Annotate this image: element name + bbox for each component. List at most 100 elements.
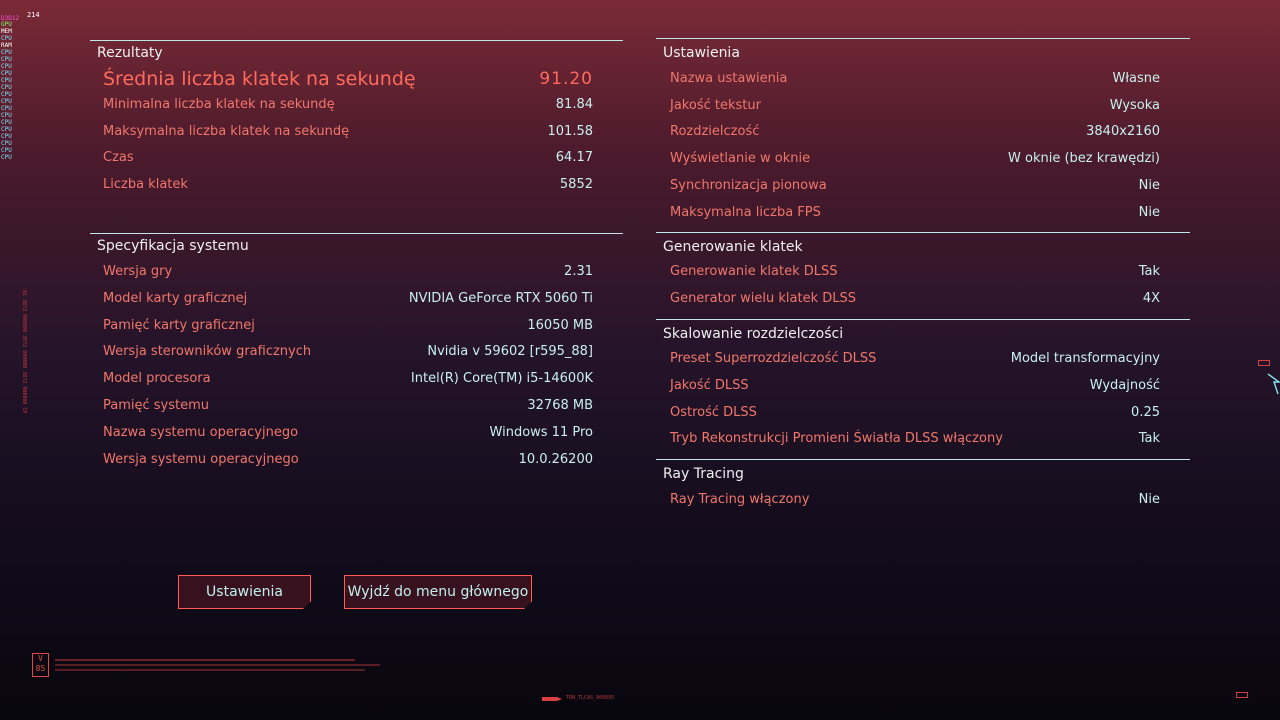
- overlay-line: CPU: [1, 112, 12, 119]
- frame-gen-value: Tak: [1138, 264, 1160, 279]
- setting-row: Maksymalna liczba FPS Nie: [670, 200, 1160, 226]
- setting-value: Nie: [1138, 204, 1160, 220]
- system-spec-row: Pamięć karty graficznej 16050 MB: [103, 313, 593, 339]
- version-badge: V 85: [32, 653, 49, 677]
- result-row: Maksymalna liczba klatek na sekundę 101.5…: [103, 119, 593, 145]
- system-header: Specyfikacja systemu: [90, 233, 623, 257]
- setting-label: Synchronizacja pionowa: [670, 177, 827, 193]
- overlay-line: CPU: [1, 133, 12, 140]
- overlay-title: D3D12: [1, 15, 20, 22]
- system-spec-value: Nvidia v 59602 [r595_88]: [427, 344, 593, 360]
- system-spec-row: Nazwa systemu operacyjnego Windows 11 Pro: [103, 420, 593, 446]
- system-spec-row: Model procesora Intel(R) Core(TM) i5-1460…: [103, 366, 593, 392]
- overlay-line: CPU: [1, 70, 12, 77]
- settings-header: Ustawienia: [656, 38, 1190, 68]
- system-spec-value: 10.0.26200: [518, 451, 593, 467]
- system-spec-row: Wersja sterowników graficznych Nvidia v 5…: [103, 339, 593, 365]
- exit-to-main-menu-button[interactable]: Wyjdź do menu głównego: [344, 575, 532, 609]
- scaling-label: Preset Superrozdzielczość DLSS: [670, 351, 877, 366]
- system-spec-label: Pamięć systemu: [103, 398, 210, 413]
- frame-gen-row: Generator wielu klatek DLSS 4X: [670, 286, 1160, 312]
- result-value: 101.58: [547, 123, 594, 139]
- system-spec-row: Wersja systemu operacyjnego 10.0.26200: [103, 447, 593, 473]
- overlay-line: CPU: [1, 140, 12, 147]
- overlay-fps-value: 214: [27, 11, 40, 19]
- scaling-label: Tryb Rekonstrukcji Promieni Światła DLSS…: [670, 431, 1003, 447]
- system-spec-label: Nazwa systemu operacyjnego: [103, 424, 299, 440]
- trn-code-arrow-icon: [542, 697, 562, 701]
- system-spec-value: 2.31: [564, 264, 593, 279]
- overlay-line: CPU: [1, 91, 12, 98]
- scaling-row: Jakość DLSS Wydajność: [670, 373, 1160, 399]
- settings-button[interactable]: Ustawienia: [178, 575, 311, 609]
- overlay-line: RAM: [1, 42, 12, 49]
- overlay-line: CPU: [1, 56, 12, 63]
- scaling-row: Tryb Rekonstrukcji Promieni Światła DLSS…: [670, 426, 1160, 452]
- scaling-header: Skalowanie rozdzielczości: [656, 319, 1190, 347]
- result-row: Minimalna liczba klatek na sekundę 81.84: [103, 92, 593, 118]
- result-label: Liczba klatek: [103, 177, 188, 193]
- setting-row: Rozdzielczość 3840x2160: [670, 119, 1160, 145]
- scaling-value: 0.25: [1131, 404, 1160, 420]
- side-decor-text: 01 3872 000000 3872 000000 3872 000000 C…: [21, 290, 27, 414]
- setting-value: Własne: [1112, 71, 1160, 86]
- result-value: 64.17: [555, 150, 593, 166]
- overlay-line: CPU: [1, 98, 12, 105]
- scaling-label: Jakość DLSS: [670, 377, 749, 393]
- system-spec-label: Pamięć karty graficznej: [103, 317, 255, 333]
- raytracing-row: Ray Tracing włączony Nie: [670, 487, 1160, 513]
- overlay-line: CPU: [1, 147, 12, 154]
- system-spec-row: Model karty graficznej NVIDIA GeForce RTX…: [103, 286, 593, 312]
- result-row: Czas 64.17: [103, 145, 593, 171]
- setting-value: 3840x2160: [1086, 124, 1160, 140]
- cursor-tag-icon: [1258, 360, 1270, 366]
- overlay-line: CPU: [1, 105, 12, 112]
- overlay-line: MEM: [1, 28, 12, 35]
- system-spec-value: NVIDIA GeForce RTX 5060 Ti: [408, 290, 593, 306]
- result-row: Liczba klatek 5852: [103, 172, 593, 198]
- performance-overlay: D3D12 214 GPU MEM CPU RAM CPU CPU CPU CPU CPU CPU…: [1, 1, 111, 162]
- result-label: Maksymalna liczba klatek na sekundę: [103, 123, 350, 139]
- raytracing-value: Nie: [1138, 492, 1160, 507]
- result-label: Czas: [103, 150, 134, 166]
- overlay-line: CPU: [1, 84, 12, 91]
- system-spec-label: Wersja gry: [103, 264, 173, 279]
- badge-top: V: [38, 654, 43, 663]
- scaling-row: Preset Superrozdzielczość DLSS Model tran…: [670, 346, 1160, 372]
- overlay-line: CPU: [1, 63, 12, 70]
- setting-label: Maksymalna liczba FPS: [670, 204, 821, 220]
- scaling-label: Ostrość DLSS: [670, 404, 757, 420]
- overlay-line: CPU: [1, 126, 12, 133]
- overlay-stat-lines: GPU MEM CPU RAM CPU CPU CPU CPU CPU CPU CPU CPU CPU C…: [1, 21, 12, 161]
- system-spec-row: Pamięć systemu 32768 MB: [103, 393, 593, 419]
- frame-gen-header: Generowanie klatek: [656, 232, 1190, 260]
- scaling-value: Tak: [1138, 431, 1160, 447]
- overlay-line: CPU: [1, 35, 12, 42]
- setting-label: Wyświetlanie w oknie: [670, 151, 811, 167]
- results-header: Rezultaty: [90, 40, 623, 64]
- system-spec-label: Model procesora: [103, 371, 211, 387]
- cursor-arrow-icon: [1266, 372, 1280, 396]
- setting-value: Wysoka: [1109, 97, 1160, 113]
- badge-bottom: 85: [35, 664, 46, 673]
- result-value: 81.84: [555, 97, 593, 112]
- overlay-line: GPU: [1, 21, 12, 28]
- system-spec-value: Windows 11 Pro: [489, 424, 593, 440]
- overlay-line: CPU: [1, 119, 12, 126]
- system-spec-label: Wersja systemu operacyjnego: [103, 451, 299, 467]
- frame-gen-value: 4X: [1142, 290, 1160, 306]
- setting-label: Rozdzielczość: [670, 124, 760, 140]
- avg-fps-label: Średnia liczba klatek na sekundę: [103, 68, 416, 90]
- corner-mark-icon: [1236, 692, 1248, 698]
- setting-value: Nie: [1138, 177, 1160, 193]
- footer-fine-print: [55, 659, 380, 671]
- setting-value: W oknie (bez krawędzi): [1008, 151, 1160, 167]
- setting-row: Synchronizacja pionowa Nie: [670, 173, 1160, 199]
- scaling-value: Model transformacyjny: [1010, 351, 1160, 366]
- scaling-value: Wydajność: [1089, 377, 1160, 393]
- setting-label: Nazwa ustawienia: [670, 71, 788, 86]
- benchmark-results-screen: { "overlay": { "title": "D3D12", "fps_va…: [0, 0, 1280, 720]
- trn-code: TRN_TLCAS_800095: [566, 695, 615, 701]
- result-value: 5852: [559, 177, 593, 193]
- system-spec-label: Wersja sterowników graficznych: [103, 344, 312, 360]
